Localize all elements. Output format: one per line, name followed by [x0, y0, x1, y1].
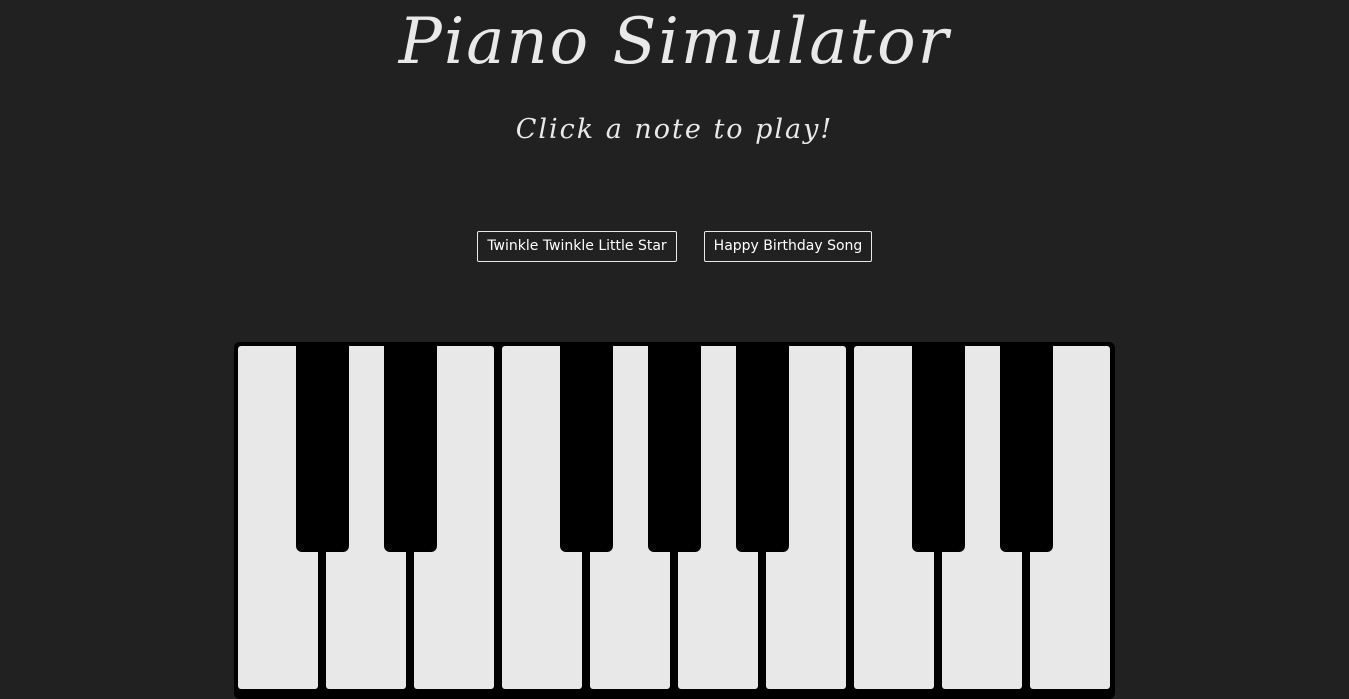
twinkle-song-button[interactable]: Twinkle Twinkle Little Star	[477, 231, 677, 262]
black-key[interactable]	[384, 342, 437, 552]
black-key[interactable]	[560, 342, 613, 552]
birthday-song-button[interactable]: Happy Birthday Song	[704, 231, 872, 262]
piano-keyboard	[234, 342, 1115, 699]
page-title: Piano Simulator	[398, 5, 951, 79]
page-subtitle: Click a note to play!	[515, 114, 834, 145]
black-key[interactable]	[1000, 342, 1053, 552]
black-key[interactable]	[736, 342, 789, 552]
black-key[interactable]	[648, 342, 701, 552]
black-key[interactable]	[296, 342, 349, 552]
black-key[interactable]	[912, 342, 965, 552]
